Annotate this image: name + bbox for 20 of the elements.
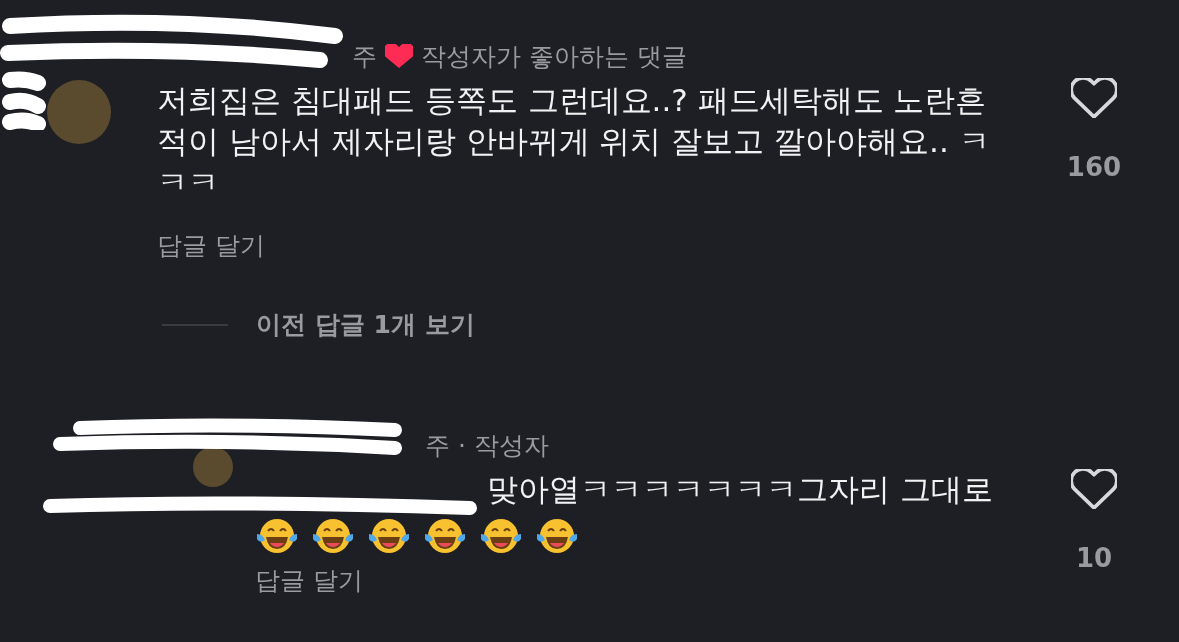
like-button[interactable] <box>1071 469 1117 509</box>
comment-time: 주 <box>425 429 450 462</box>
author-label: · 작성자 <box>458 429 549 462</box>
reply-text: 맞아열ㅋㅋㅋㅋㅋㅋㅋ그자리 그대로 <box>486 470 994 509</box>
comment-text: 저희집은 침대패드 등쪽도 그런데요..? 패드세탁해도 노란흔적이 남아서 제자리랑 안바뀌게 위치 잘보고 깔아야해요.. ㅋㅋㅋ <box>157 81 991 202</box>
laughing-crying-emoji-icon <box>255 516 299 556</box>
reply-link[interactable]: 답글 달기 <box>255 564 363 597</box>
reply-link[interactable]: 답글 달기 <box>157 229 265 262</box>
laughing-crying-emoji-icon <box>479 516 523 556</box>
view-replies-link[interactable]: 이전 답글 1개 보기 <box>256 308 475 341</box>
like-count: 10 <box>1075 543 1113 573</box>
laughing-crying-emoji-icon <box>535 516 579 556</box>
like-button[interactable] <box>1071 78 1117 118</box>
laughing-crying-emoji-icon <box>367 516 411 556</box>
laughing-crying-emoji-icon <box>311 516 355 556</box>
avatar[interactable] <box>193 447 233 487</box>
comment-time: 주 <box>352 40 377 73</box>
author-liked-label: 작성자가 좋아하는 댓글 <box>421 40 687 73</box>
laughing-crying-emoji-icon <box>423 516 467 556</box>
like-count: 160 <box>1066 152 1122 182</box>
